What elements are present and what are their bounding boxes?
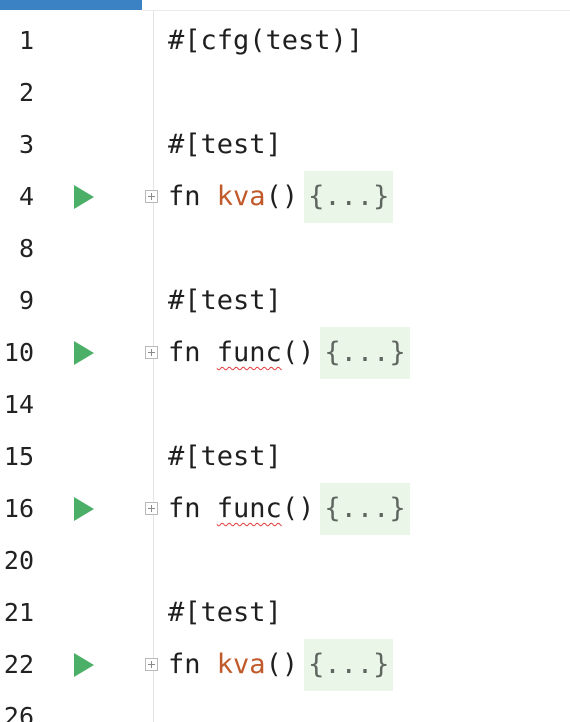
code-line[interactable]: 9 #[test]: [0, 275, 570, 327]
attribute-text[interactable]: #[test]: [168, 431, 282, 483]
function-signature[interactable]: fn kva() {...}: [168, 171, 394, 223]
code-line[interactable]: 15 #[test]: [0, 431, 570, 483]
attribute-text[interactable]: #[test]: [168, 275, 282, 327]
line-number: 16: [3, 494, 34, 523]
code-line[interactable]: 1 #[cfg(test)]: [0, 15, 570, 67]
code-line[interactable]: 3 #[test]: [0, 119, 570, 171]
code-line[interactable]: 14: [0, 379, 570, 431]
line-number: 9: [18, 286, 34, 315]
code-line[interactable]: 20: [0, 535, 570, 587]
folded-body[interactable]: {...}: [304, 171, 394, 223]
function-name[interactable]: kva: [217, 649, 266, 680]
parens: (): [265, 649, 299, 680]
code-line[interactable]: 21 #[test]: [0, 587, 570, 639]
fold-expand-icon[interactable]: [145, 502, 158, 515]
line-number: 10: [3, 338, 34, 367]
run-test-icon[interactable]: [74, 653, 94, 677]
function-signature[interactable]: fn kva() {...}: [168, 639, 394, 691]
run-test-icon[interactable]: [74, 341, 94, 365]
line-number: 21: [3, 598, 34, 627]
line-number: 26: [3, 702, 34, 722]
line-number: 1: [18, 26, 34, 55]
parens: (): [281, 493, 315, 524]
folded-body[interactable]: {...}: [320, 483, 410, 535]
code-line[interactable]: 4 fn kva() {...}: [0, 171, 570, 223]
fn-keyword: fn: [168, 181, 201, 212]
fold-expand-icon[interactable]: [145, 346, 158, 359]
fold-expand-icon[interactable]: [145, 190, 158, 203]
code-line[interactable]: 10 fn func() {...}: [0, 327, 570, 379]
line-number: 20: [3, 546, 34, 575]
line-number: 3: [18, 130, 34, 159]
folded-body[interactable]: {...}: [320, 327, 410, 379]
line-number: 8: [18, 234, 34, 263]
fn-keyword: fn: [168, 337, 201, 368]
fn-keyword: fn: [168, 649, 201, 680]
function-signature[interactable]: fn func() {...}: [168, 483, 410, 535]
run-test-icon[interactable]: [74, 497, 94, 521]
attribute-text[interactable]: #[cfg(test)]: [168, 15, 363, 67]
line-number: 22: [3, 650, 34, 679]
editor-top-strip: [142, 0, 570, 11]
code-line[interactable]: 22 fn kva() {...}: [0, 639, 570, 691]
line-number: 4: [18, 182, 34, 211]
code-line[interactable]: 26: [0, 691, 570, 722]
function-signature[interactable]: fn func() {...}: [168, 327, 410, 379]
function-name[interactable]: func: [217, 337, 282, 368]
attribute-text[interactable]: #[test]: [168, 119, 282, 171]
code-line[interactable]: 8: [0, 223, 570, 275]
parens: (): [281, 337, 315, 368]
function-name[interactable]: func: [217, 493, 282, 524]
run-test-icon[interactable]: [74, 185, 94, 209]
code-line[interactable]: 16 fn func() {...}: [0, 483, 570, 535]
line-number: 14: [3, 390, 34, 419]
line-number: 15: [3, 442, 34, 471]
folded-body[interactable]: {...}: [304, 639, 394, 691]
parens: (): [265, 181, 299, 212]
code-line[interactable]: 2: [0, 67, 570, 119]
fold-expand-icon[interactable]: [145, 658, 158, 671]
code-editor[interactable]: 1 #[cfg(test)] 2 3 #[test] 4 fn kva() {...} 8 9 #[…: [0, 0, 570, 722]
function-name[interactable]: kva: [217, 181, 266, 212]
fn-keyword: fn: [168, 493, 201, 524]
line-number: 2: [18, 78, 34, 107]
attribute-text[interactable]: #[test]: [168, 587, 282, 639]
active-tab-indicator: [0, 0, 142, 10]
